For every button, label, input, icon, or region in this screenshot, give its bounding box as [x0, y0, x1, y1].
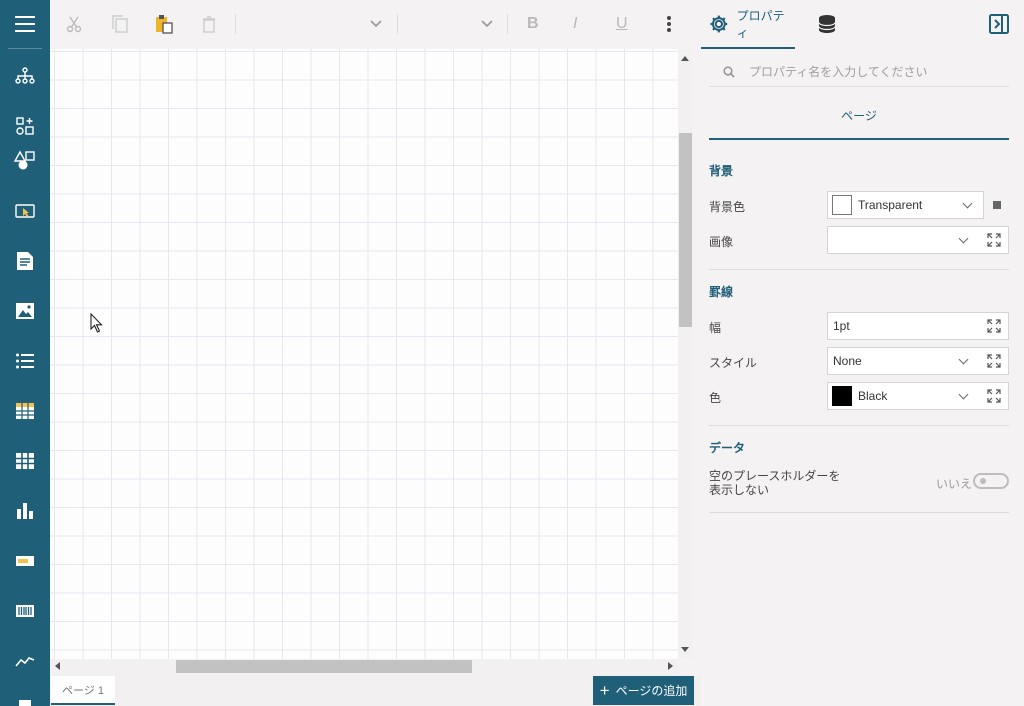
select-icon[interactable]	[0, 191, 50, 231]
font-size-dropdown-icon[interactable]	[477, 14, 497, 34]
font-family-dropdown-icon[interactable]	[366, 14, 386, 34]
properties-panel: プロパティ名を入力してください ページ 背景 背景色 Transparent 画…	[701, 49, 1024, 706]
border-style-label: スタイル	[709, 356, 758, 370]
chevron-down-icon	[958, 389, 969, 400]
toolbar: B I U	[50, 0, 701, 49]
left-rail	[0, 0, 50, 706]
chevron-down-icon	[958, 354, 969, 365]
more-tools-icon[interactable]	[0, 686, 50, 706]
matrix-icon[interactable]	[0, 441, 50, 481]
divider	[709, 425, 1009, 426]
scroll-up-icon[interactable]	[681, 56, 689, 61]
expand-icon[interactable]	[987, 389, 1001, 403]
data-sources-icon[interactable]	[815, 12, 839, 36]
chart-icon[interactable]	[0, 491, 50, 531]
toolbar-separator	[397, 14, 398, 34]
expand-icon[interactable]	[987, 319, 1001, 333]
bg-image-label: 画像	[709, 235, 734, 249]
border-width-label: 幅	[709, 321, 722, 335]
expand-icon[interactable]	[987, 354, 1001, 368]
list-icon[interactable]	[0, 341, 50, 381]
panel-title: ページ	[709, 101, 1009, 140]
copy-icon[interactable]	[110, 14, 130, 34]
expand-icon[interactable]	[987, 233, 1001, 247]
add-page-button[interactable]: + ページの追加	[593, 676, 694, 705]
cut-icon[interactable]	[64, 14, 84, 34]
search-icon	[723, 65, 735, 78]
divider	[709, 512, 1009, 513]
tab-properties-label: プロパティ	[736, 8, 785, 40]
delete-icon[interactable]	[199, 14, 219, 34]
tab-properties[interactable]: プロパティ	[701, 0, 795, 49]
hierarchy-icon[interactable]	[0, 56, 50, 96]
border-style-select[interactable]: None	[827, 347, 1009, 375]
divider	[709, 269, 1009, 270]
toggle-state-label: いいえ	[936, 477, 973, 491]
section-data: データ	[709, 441, 746, 455]
bg-image-select[interactable]	[827, 226, 1009, 254]
border-color-value: Black	[858, 389, 888, 403]
shapes-icon[interactable]	[0, 140, 50, 180]
bg-color-select[interactable]: Transparent	[827, 191, 984, 219]
gear-icon	[710, 15, 728, 32]
vertical-scrollbar[interactable]	[678, 49, 693, 659]
property-search[interactable]: プロパティ名を入力してください	[709, 57, 1009, 87]
toolbar-separator	[507, 14, 508, 34]
scroll-right-icon[interactable]	[668, 662, 673, 670]
section-background: 背景	[709, 164, 734, 178]
menu-icon[interactable]	[0, 0, 50, 48]
plus-icon: +	[599, 681, 610, 700]
rail-separator	[8, 48, 42, 49]
bg-color-value: Transparent	[858, 198, 923, 212]
italic-button[interactable]: I	[573, 15, 577, 33]
scroll-down-icon[interactable]	[681, 647, 689, 652]
paste-icon[interactable]	[154, 14, 174, 34]
border-color-swatch	[832, 386, 852, 406]
mouse-cursor-icon	[90, 312, 104, 336]
vertical-scroll-thumb[interactable]	[679, 133, 692, 327]
design-canvas[interactable]	[50, 49, 678, 659]
hide-placeholder-toggle[interactable]	[973, 473, 1009, 489]
more-vertical-icon[interactable]	[659, 14, 679, 34]
border-width-input[interactable]: 1pt	[827, 312, 1009, 340]
border-color-select[interactable]: Black	[827, 382, 1009, 410]
collapse-panel-icon[interactable]	[988, 13, 1010, 35]
section-border: 罫線	[709, 285, 734, 299]
underline-button[interactable]: U	[616, 15, 628, 33]
table-icon[interactable]	[0, 391, 50, 431]
barcode-icon[interactable]	[0, 591, 50, 631]
toggle-knob	[980, 478, 986, 484]
report-designer: B I U プロパティ ページ 1 + ページの追加 プロパティ名を入力してくだ…	[0, 0, 1024, 706]
page-tab[interactable]: ページ 1	[51, 676, 115, 705]
page-bar: ページ 1 + ページの追加	[50, 674, 701, 706]
bullet-icon[interactable]	[0, 541, 50, 581]
border-color-label: 色	[709, 391, 722, 405]
bg-color-label: 背景色	[709, 200, 746, 214]
chevron-down-icon	[958, 233, 969, 244]
scroll-left-icon[interactable]	[55, 662, 60, 670]
bold-button[interactable]: B	[527, 15, 539, 33]
search-input[interactable]: プロパティ名を入力してください	[749, 63, 928, 80]
border-style-value: None	[833, 354, 862, 368]
hide-placeholder-label-line2: 表示しない	[709, 483, 770, 497]
textbox-icon[interactable]	[0, 241, 50, 281]
bg-color-swatch	[832, 195, 852, 215]
horizontal-scroll-thumb[interactable]	[176, 660, 472, 673]
image-icon[interactable]	[0, 291, 50, 331]
bg-color-expression-icon[interactable]	[993, 201, 1001, 209]
border-width-value: 1pt	[833, 319, 850, 333]
toolbar-separator	[235, 14, 236, 34]
add-page-label: ページの追加	[615, 684, 688, 698]
sparkline-icon[interactable]	[0, 641, 50, 681]
horizontal-scrollbar[interactable]	[50, 659, 678, 674]
chevron-down-icon	[962, 198, 973, 209]
